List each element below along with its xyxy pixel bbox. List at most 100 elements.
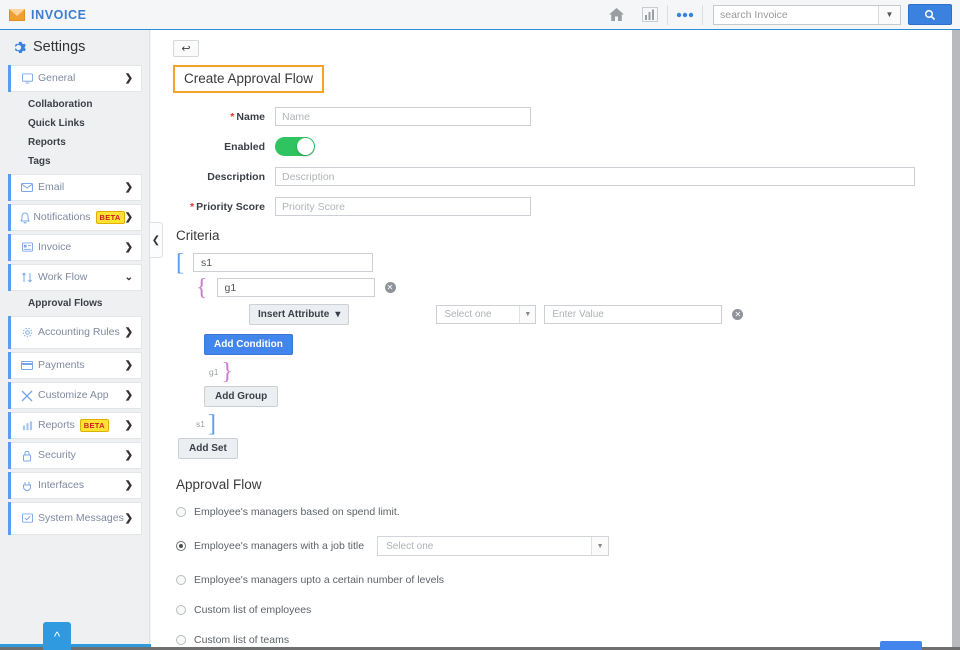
sidebar-subitem-approval-flows[interactable]: Approval Flows xyxy=(0,294,149,313)
approval-flow-heading: Approval Flow xyxy=(176,477,952,492)
chevron-right-icon: ❯ xyxy=(125,480,133,491)
workflow-icon xyxy=(16,272,38,283)
chevron-right-icon: ❯ xyxy=(125,390,133,401)
group-close-row: g1 } xyxy=(176,363,952,381)
app-logo[interactable]: INVOICE xyxy=(0,8,87,22)
group-close-bracket: } xyxy=(221,363,233,381)
bar-chart-icon xyxy=(642,7,658,22)
priority-score-input[interactable] xyxy=(275,197,531,216)
radio-custom-teams[interactable] xyxy=(176,635,186,645)
chevron-down-icon[interactable]: ▼ xyxy=(878,6,900,24)
add-set-row: Add Set xyxy=(176,438,952,459)
job-title-select[interactable]: Select one ▼ xyxy=(377,536,609,556)
sidebar-item-work-flow[interactable]: Work Flow ⌄ xyxy=(8,264,142,291)
chevron-right-icon: ❯ xyxy=(125,420,133,431)
app-root: INVOICE xyxy=(0,0,960,650)
home-button[interactable] xyxy=(599,0,633,30)
chart-icon xyxy=(16,420,38,431)
operator-placeholder: Select one xyxy=(444,309,491,320)
chevron-right-icon: ❯ xyxy=(125,73,133,84)
add-set-button[interactable]: Add Set xyxy=(178,438,238,459)
sidebar-item-customize-app[interactable]: Customize App ❯ xyxy=(8,382,142,409)
message-icon xyxy=(16,513,38,524)
back-button[interactable]: ↩ xyxy=(173,40,199,57)
sidebar-item-reports[interactable]: Reports BETA ❯ xyxy=(8,412,142,439)
radio-row-levels[interactable]: Employee's managers upto a certain numbe… xyxy=(176,574,952,586)
credit-card-icon xyxy=(16,361,38,370)
group-name-input[interactable] xyxy=(217,278,375,297)
radio-row-spend-limit[interactable]: Employee's managers based on spend limit… xyxy=(176,506,952,518)
radio-label: Employee's managers based on spend limit… xyxy=(194,506,400,518)
criteria-group-row: { ✕ xyxy=(176,278,952,297)
set-tag: s1 xyxy=(196,419,205,429)
sidebar-item-label: Accounting Rules xyxy=(38,326,120,338)
insert-attribute-button[interactable]: Insert Attribute ▾ xyxy=(249,304,349,325)
field-row-description: Description xyxy=(151,167,952,186)
required-marker: * xyxy=(190,201,194,213)
submit-button-partial[interactable] xyxy=(880,641,922,650)
sidebar-item-invoice[interactable]: Invoice ❯ xyxy=(8,234,142,261)
name-input[interactable] xyxy=(275,107,531,126)
sidebar-item-system-messages[interactable]: System Messages ❯ xyxy=(8,502,142,535)
radio-row-custom-employees[interactable]: Custom list of employees xyxy=(176,604,952,616)
condition-value-input[interactable] xyxy=(544,305,722,324)
sidebar-subitem-collaboration[interactable]: Collaboration xyxy=(0,95,149,114)
sidebar-item-general[interactable]: General ❯ xyxy=(8,65,142,92)
chevron-right-icon: ❯ xyxy=(125,450,133,461)
sidebar-collapse-handle[interactable]: ❮ xyxy=(150,222,163,258)
criteria-set-row: [ xyxy=(176,253,952,272)
divider xyxy=(702,5,703,25)
set-name-input[interactable] xyxy=(193,253,373,272)
set-open-bracket: [ xyxy=(176,254,184,272)
description-input[interactable] xyxy=(275,167,915,186)
chevron-down-icon: ▾ xyxy=(335,309,340,320)
sidebar-subitem-tags[interactable]: Tags xyxy=(0,152,149,171)
more-button[interactable] xyxy=(668,0,702,30)
chevron-down-icon: ▼ xyxy=(519,306,535,323)
toggle-knob xyxy=(297,138,314,155)
vertical-scrollbar[interactable] xyxy=(952,30,960,650)
sidebar-item-payments[interactable]: Payments ❯ xyxy=(8,352,142,379)
sidebar-item-accounting-rules[interactable]: Accounting Rules ❯ xyxy=(8,316,142,349)
sidebar-item-label: Interfaces xyxy=(38,479,84,491)
radio-row-custom-teams[interactable]: Custom list of teams xyxy=(176,634,952,646)
monitor-icon xyxy=(16,73,38,84)
back-arrow-icon: ↩ xyxy=(181,42,190,55)
radio-row-job-title[interactable]: Employee's managers with a job title Sel… xyxy=(176,536,952,556)
sidebar-subitem-reports[interactable]: Reports xyxy=(0,133,149,152)
criteria-heading: Criteria xyxy=(176,228,952,243)
add-condition-button[interactable]: Add Condition xyxy=(204,334,293,355)
enabled-toggle[interactable] xyxy=(275,137,315,156)
required-marker: * xyxy=(230,111,234,123)
sidebar-item-label: Reports xyxy=(38,419,75,431)
remove-group-icon[interactable]: ✕ xyxy=(385,282,396,293)
search-button[interactable] xyxy=(908,4,952,25)
reports-button[interactable] xyxy=(633,0,667,30)
scroll-to-top-button[interactable]: ^ xyxy=(43,622,71,650)
ellipsis-icon xyxy=(676,12,694,18)
sidebar-subitem-quick-links[interactable]: Quick Links xyxy=(0,114,149,133)
sidebar-item-label: Work Flow xyxy=(38,271,87,283)
add-group-button[interactable]: Add Group xyxy=(204,386,278,407)
search-input[interactable] xyxy=(714,9,874,21)
chevron-right-icon: ❯ xyxy=(125,360,133,371)
sidebar-item-interfaces[interactable]: Interfaces ❯ xyxy=(8,472,142,499)
logo-text: INVOICE xyxy=(31,8,87,22)
radio-job-title[interactable] xyxy=(176,541,186,551)
search-icon xyxy=(924,9,936,21)
chevron-down-icon: ▼ xyxy=(591,537,608,555)
radio-levels[interactable] xyxy=(176,575,186,585)
sidebar-item-security[interactable]: Security ❯ xyxy=(8,442,142,469)
sidebar-item-label: Notifications xyxy=(33,211,90,223)
radio-spend-limit[interactable] xyxy=(176,507,186,517)
chevron-right-icon: ❯ xyxy=(125,513,133,524)
remove-condition-icon[interactable]: ✕ xyxy=(732,309,743,320)
sidebar-item-notifications[interactable]: Notifications BETA ❯ xyxy=(8,204,142,231)
cog-icon xyxy=(16,327,38,338)
operator-select[interactable]: Select one ▼ xyxy=(436,305,536,324)
radio-custom-employees[interactable] xyxy=(176,605,186,615)
sidebar-item-email[interactable]: Email ❯ xyxy=(8,174,142,201)
description-label: Description xyxy=(151,171,275,183)
plug-icon xyxy=(16,480,38,492)
set-close-row: s1 ] xyxy=(176,415,952,433)
